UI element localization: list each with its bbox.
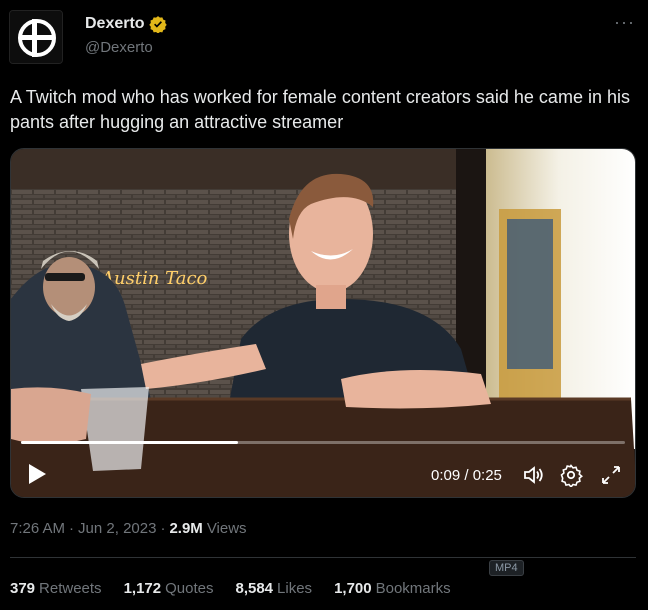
tweet-text: A Twitch mod who has worked for female c… (10, 87, 630, 132)
tweet-meta: 7:26 AM · Jun 2, 2023 · 2.9M Views (10, 520, 247, 537)
engagement-stats: 379 Retweets 1,172 Quotes 8,584 Likes 1,… (10, 580, 451, 597)
video-player[interactable]: Austin Taco 0:09 / 0:25 (10, 148, 636, 498)
stat-likes[interactable]: 8,584 Likes (235, 580, 312, 597)
stat-quotes[interactable]: 1,172 Quotes (124, 580, 214, 597)
author-handle[interactable]: @Dexerto (85, 39, 153, 56)
tweet-header: Dexerto @Dexerto ··· (9, 10, 639, 64)
tweet-time[interactable]: 7:26 AM (10, 520, 65, 537)
stat-number: 1,700 (334, 580, 372, 597)
more-options-icon[interactable]: ··· (614, 12, 635, 33)
video-progress-fill (21, 441, 239, 444)
meta-separator: · (69, 520, 75, 537)
stat-number: 379 (10, 580, 36, 597)
fullscreen-icon[interactable] (599, 463, 623, 487)
volume-icon[interactable] (521, 463, 545, 487)
views-label: Views (206, 520, 247, 537)
verified-badge-icon (148, 15, 167, 34)
author-display-name[interactable]: Dexerto (85, 15, 145, 33)
author-name-row: Dexerto (85, 15, 167, 34)
divider (10, 557, 636, 558)
stat-number: 1,172 (123, 580, 162, 597)
play-icon[interactable] (27, 463, 47, 485)
stat-label: Retweets (39, 580, 102, 597)
tweet-date[interactable]: Jun 2, 2023 (78, 520, 156, 537)
stat-number: 8,584 (235, 580, 274, 597)
video-progress-bar[interactable] (21, 441, 625, 444)
avatar[interactable] (9, 10, 63, 64)
stat-label: Bookmarks (375, 580, 451, 597)
stat-label: Likes (277, 580, 313, 597)
video-frame: Austin Taco (11, 149, 635, 497)
settings-gear-icon[interactable] (559, 463, 583, 489)
format-badge: MP4 (489, 560, 524, 576)
stat-retweets[interactable]: 379 Retweets (10, 580, 102, 597)
stat-bookmarks[interactable]: 1,700 Bookmarks (334, 580, 451, 597)
dexerto-logo-icon (10, 11, 62, 63)
views-count: 2.9M (169, 520, 203, 537)
video-time: 0:09 / 0:25 (431, 467, 502, 484)
stat-label: Quotes (165, 580, 214, 597)
meta-separator: · (160, 520, 166, 537)
